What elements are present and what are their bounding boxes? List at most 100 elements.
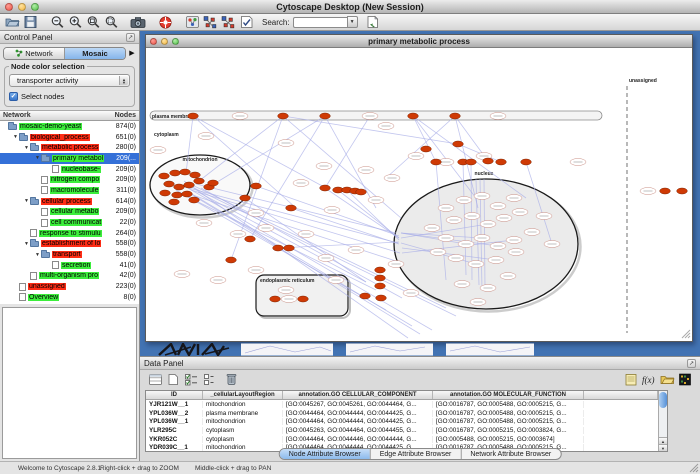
expand-arrow-icon[interactable]: ▼ [23,241,30,247]
tree-item[interactable]: mosaic-demo-yeast874(0) [0,121,139,132]
graph-node[interactable] [169,199,180,205]
table-scrollbar[interactable]: ▲ ▼ [658,391,667,451]
graph-node[interactable] [466,159,477,165]
tree-item[interactable]: multi-organism pro42(0) [0,271,139,282]
scrollbar-thumb[interactable] [659,392,667,408]
attribute-table[interactable]: ID_cellularLayoutRegionannotation.GO CEL… [145,390,668,452]
tab-network[interactable]: Network [4,48,65,59]
network-canvas[interactable]: plasma membranecytoplasmmitochondrionnuc… [146,48,692,341]
graph-edge[interactable] [325,116,370,188]
annotation-icon[interactable] [238,15,254,30]
graph-node[interactable] [170,170,181,176]
snapshot-icon[interactable] [130,15,146,30]
tree-item[interactable]: Overview8(0) [0,292,139,303]
graph-node[interactable] [376,295,387,301]
graph-node[interactable] [320,113,331,119]
graph-node[interactable] [453,141,464,147]
graph-node[interactable] [245,236,256,242]
expand-arrow-icon[interactable]: ▼ [34,155,41,161]
graph-edge[interactable] [198,192,366,282]
graph-node[interactable] [270,296,281,302]
table-mode-icon[interactable] [147,372,163,387]
open-icon[interactable] [4,15,20,30]
table-column-header[interactable]: ID [146,391,203,399]
graph-node[interactable] [431,159,442,165]
filter-icon[interactable] [365,15,381,30]
network-create-icon[interactable] [202,15,218,30]
network-import-icon[interactable] [220,15,236,30]
table-row[interactable]: YPL036W__2plasma membrane[GO:0044464, GO… [146,409,667,418]
graph-node[interactable] [286,205,297,211]
node-color-dropdown[interactable]: transporter activity ▲▼ [9,74,130,87]
table-column-header[interactable]: annotation.GO CELLULAR_COMPONENT [283,391,433,399]
notepad-icon[interactable] [623,372,639,387]
table-column-header[interactable]: annotation.GO MOLECULAR_FUNCTION [433,391,584,399]
graph-node[interactable] [159,173,170,179]
select-nodes-checkbox[interactable]: ✓ [9,92,18,101]
graph-node[interactable] [496,159,507,165]
graph-node[interactable] [184,182,195,188]
graph-node[interactable] [483,158,494,164]
table-row[interactable]: YPL036W__1mitochondrion[GO:0044464, GO:0… [146,417,667,426]
graph-node[interactable] [375,283,386,289]
graph-node[interactable] [298,296,309,302]
tree-col-nodes[interactable]: Nodes [115,112,136,119]
tab-network-attribute-browser[interactable]: Network Attribute Browser [461,449,560,459]
graph-node[interactable] [182,191,193,197]
table-row[interactable]: YLR295Ccytoplasm[GO:0045263, GO:0044464,… [146,426,667,435]
tree-item[interactable]: response to stimulu264(0) [0,228,139,239]
vizmapper-icon[interactable] [184,15,200,30]
graph-node[interactable] [188,113,199,119]
zoom-in-icon[interactable] [67,15,83,30]
tree-item[interactable]: secretion41(0) [0,260,139,271]
graph-node[interactable] [273,245,284,251]
graph-node[interactable] [521,159,532,165]
tree-column-header[interactable]: Network Nodes [0,110,139,121]
graph-node[interactable] [226,257,237,263]
tab-edge-attribute-browser[interactable]: Edge Attribute Browser [371,449,462,459]
network-tree[interactable]: mosaic-demo-yeast874(0)▼biological_proce… [0,121,139,304]
graph-node[interactable] [208,180,219,186]
tab-overflow-arrow-icon[interactable]: ▶ [128,49,136,57]
expand-arrow-icon[interactable]: ▼ [23,198,30,204]
matrix-icon[interactable] [677,372,693,387]
tree-item[interactable]: cell communicat22(0) [0,217,139,228]
import-attributes-icon[interactable] [659,372,675,387]
search-dropdown-icon[interactable]: ▼ [347,16,358,28]
tab-mosaic[interactable]: Mosaic [65,48,125,59]
graph-node[interactable] [408,113,419,119]
graph-node[interactable] [189,197,200,203]
new-attribute-icon[interactable] [165,372,181,387]
table-column-header[interactable]: _cellularLayoutRegion [203,391,283,399]
table-row[interactable]: YJR121W__1mitochondrion[GO:0045267, GO:0… [146,400,667,409]
search-input[interactable] [293,17,347,28]
graph-node[interactable] [660,188,671,194]
graph-node[interactable] [356,189,367,195]
float-data-panel-icon[interactable]: ↗ [687,359,696,368]
graph-node[interactable] [164,181,175,187]
graph-node[interactable] [180,169,191,175]
graph-node[interactable] [172,192,183,198]
graph-node[interactable] [251,183,262,189]
zoom-region-icon[interactable] [85,15,101,30]
window-resize-grip[interactable] [688,462,699,473]
expand-arrow-icon[interactable]: ▼ [12,134,19,140]
scroll-up-icon[interactable]: ▲ [659,437,667,444]
canvas-resize-grip[interactable] [688,336,690,338]
graph-node[interactable] [190,172,201,178]
graph-node[interactable] [160,190,171,196]
search-combobox[interactable]: ▼ [293,16,358,28]
help-icon[interactable] [157,15,173,30]
network-window-titlebar[interactable]: primary metabolic process [146,35,692,48]
select-attributes-icon[interactable] [183,372,199,387]
zoom-fit-icon[interactable] [103,15,119,30]
tree-col-network[interactable]: Network [3,112,31,119]
tree-item[interactable]: ▼transport558(0) [0,249,139,260]
graph-node[interactable] [284,245,295,251]
tree-item[interactable]: nitrogen compo209(0) [0,174,139,185]
float-panel-icon[interactable]: ↗ [126,33,135,42]
graph-node[interactable] [320,185,331,191]
expand-arrow-icon[interactable]: ▼ [34,252,41,258]
tree-item[interactable]: ▼cellular process614(0) [0,196,139,207]
expand-arrow-icon[interactable]: ▼ [23,145,30,151]
